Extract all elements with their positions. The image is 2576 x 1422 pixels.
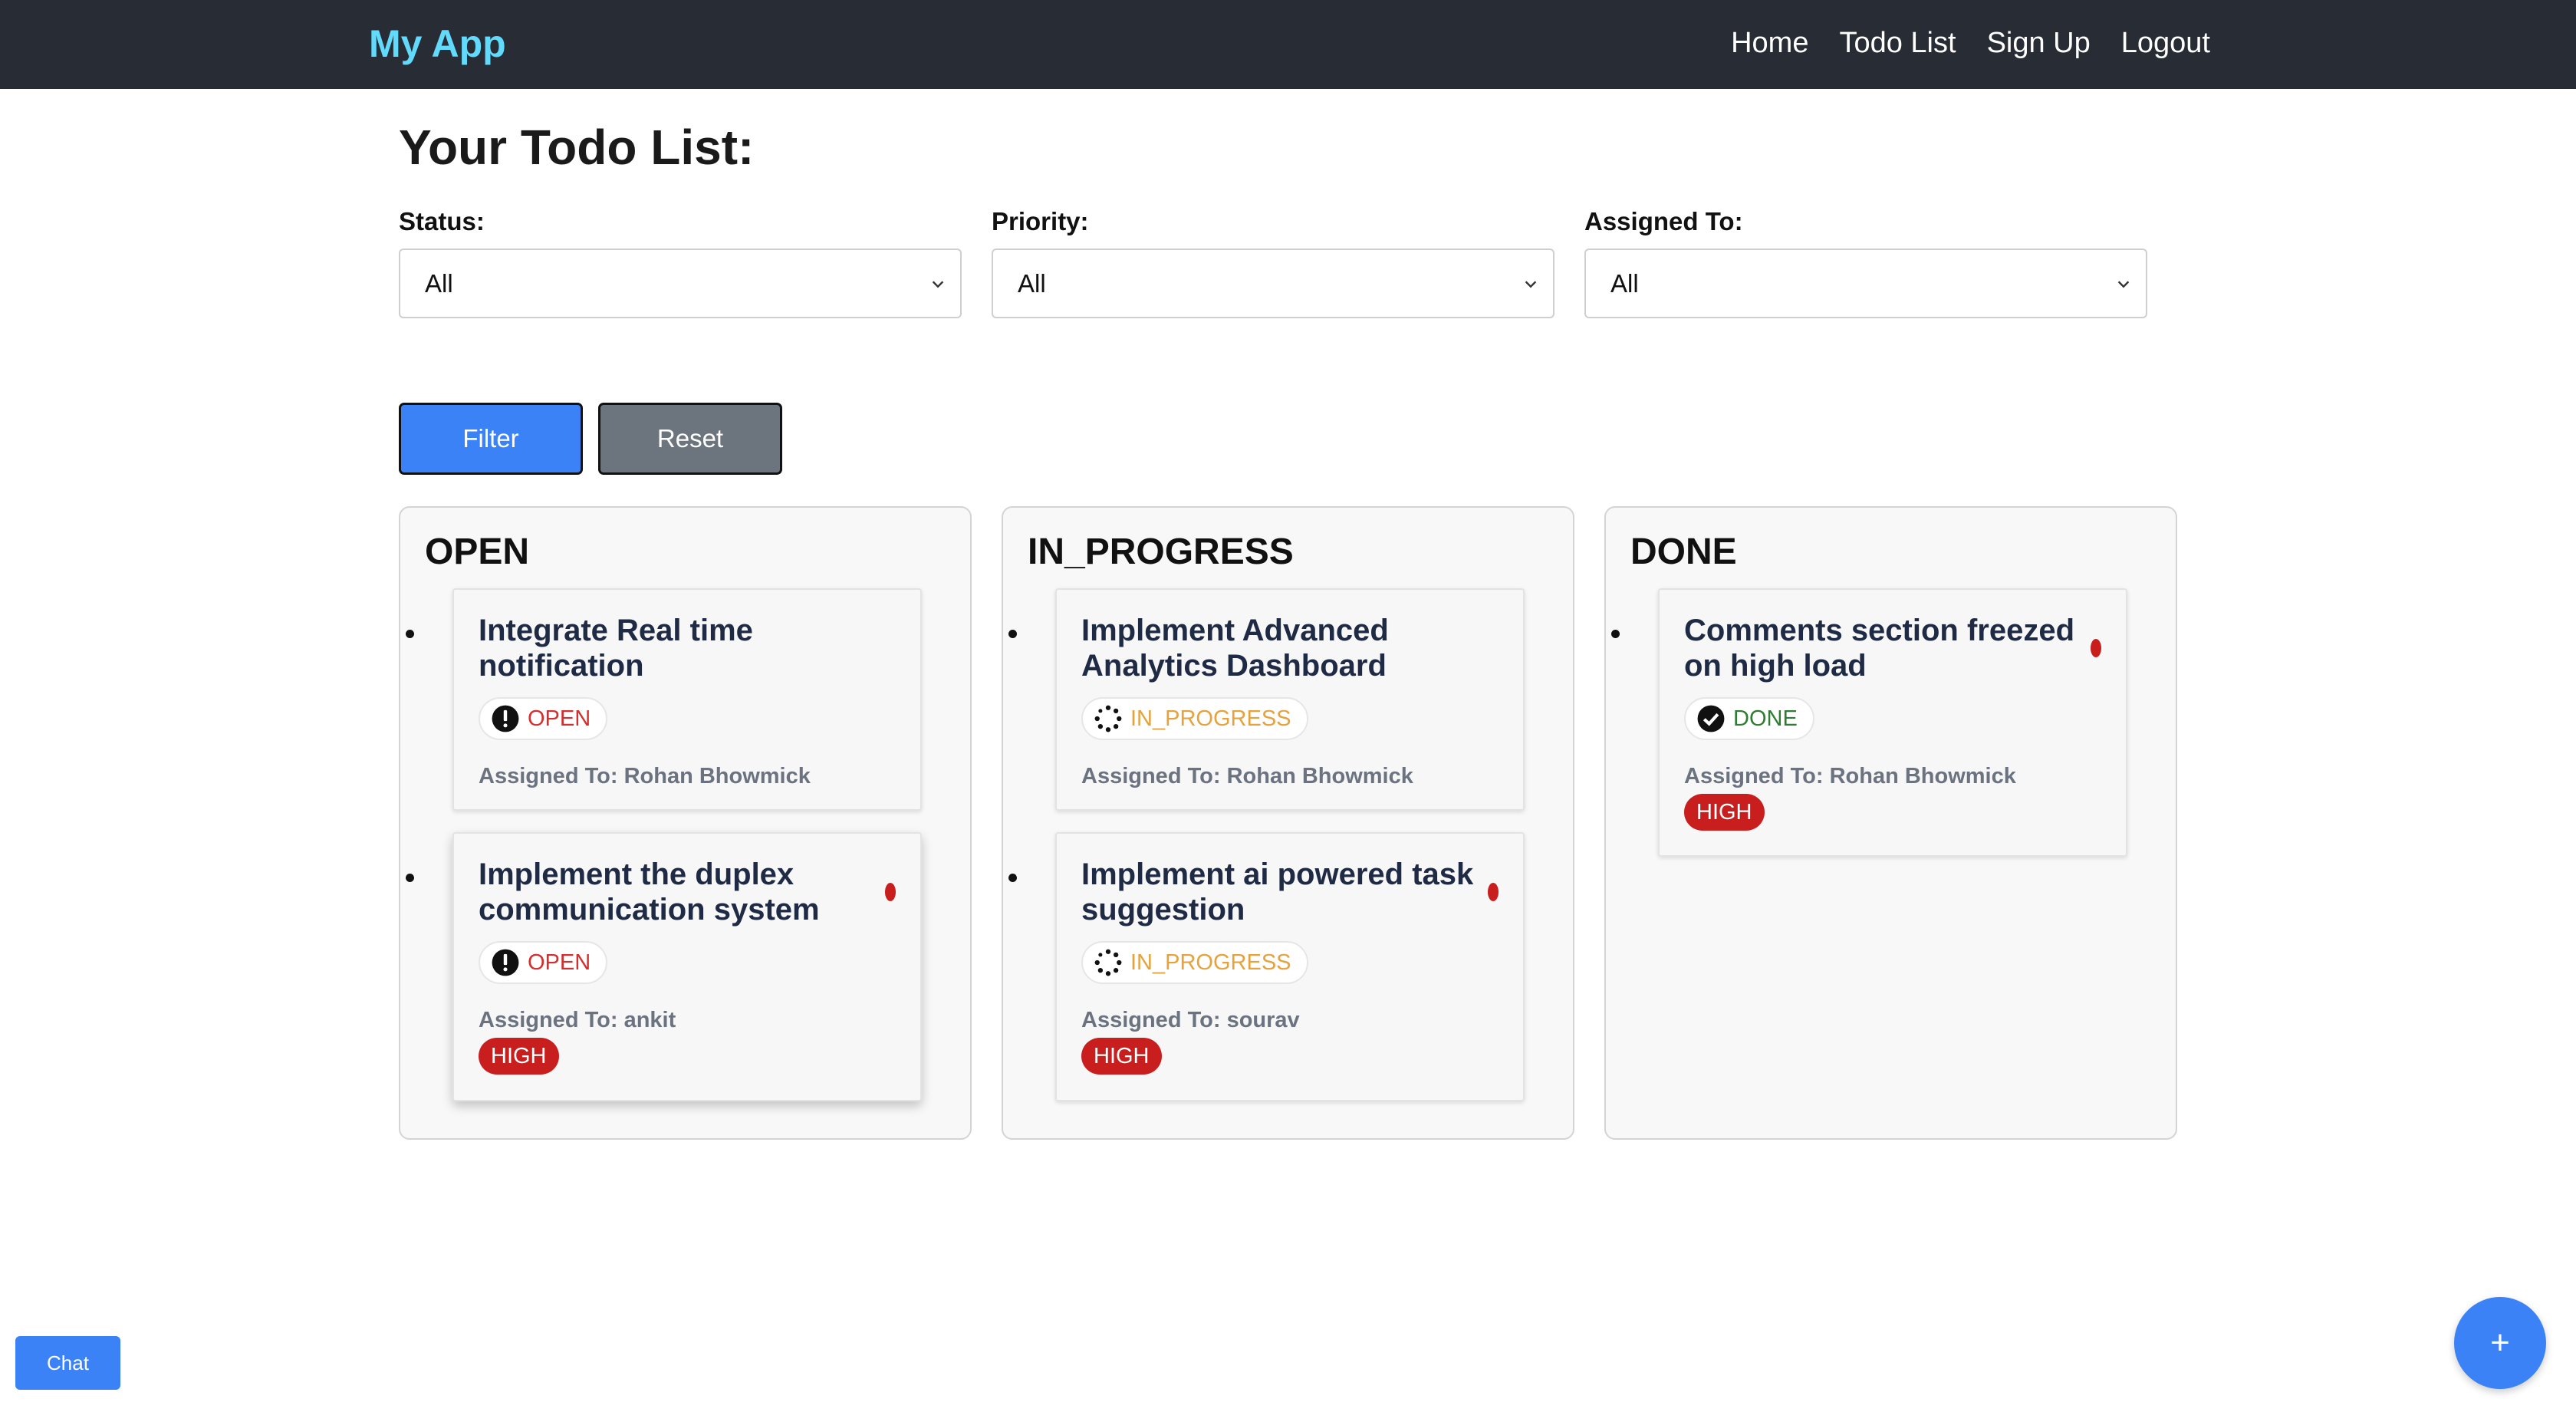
status-select-value: All xyxy=(425,269,453,298)
status-text: DONE xyxy=(1733,706,1798,731)
todo-card[interactable]: Comments section freezed on high load DO… xyxy=(1611,588,2127,857)
check-circle-icon xyxy=(1696,704,1726,733)
card-title: Implement the duplex communication syste… xyxy=(479,857,820,927)
status-text: IN_PROGRESS xyxy=(1130,950,1291,975)
status-pill: DONE xyxy=(1684,697,1814,740)
card-title: Integrate Real time notification xyxy=(479,614,753,683)
status-filter: Status: All xyxy=(399,207,962,318)
chat-button[interactable]: Chat xyxy=(15,1336,120,1390)
spinner-icon xyxy=(1094,704,1123,733)
brand-logo[interactable]: My App xyxy=(369,21,506,66)
assigned-to-select[interactable]: All xyxy=(1584,249,2147,318)
status-pill: IN_PROGRESS xyxy=(1081,941,1308,984)
todo-card[interactable]: Implement ai powered task suggestion IN_… xyxy=(1008,832,1525,1101)
status-pill: OPEN xyxy=(479,941,608,984)
status-text: OPEN xyxy=(528,950,591,975)
assigned-to-text: Assigned To: ankit xyxy=(479,1008,676,1032)
nav-link-home[interactable]: Home xyxy=(1731,27,1808,60)
exclamation-circle-icon xyxy=(491,704,520,733)
priority-badge: HIGH xyxy=(1081,1038,1162,1075)
column-open: OPEN Integrate Real time notification OP… xyxy=(399,506,972,1140)
list-bullet xyxy=(1008,630,1017,638)
column-in-progress: IN_PROGRESS Implement Advanced Analytics… xyxy=(1002,506,1574,1140)
priority-select[interactable]: All xyxy=(992,249,1554,318)
priority-indicator-dot xyxy=(885,883,896,901)
assigned-to-text: Assigned To: Rohan Bhowmick xyxy=(1684,764,2016,788)
priority-filter-label: Priority: xyxy=(992,207,1089,235)
assigned-to-filter: Assigned To: All xyxy=(1584,207,2147,318)
list-bullet xyxy=(1611,630,1620,638)
status-text: IN_PROGRESS xyxy=(1130,706,1291,731)
status-text: OPEN xyxy=(528,706,591,731)
list-bullet xyxy=(406,630,414,638)
assigned-to-text: Assigned To: Rohan Bhowmick xyxy=(1081,764,1413,788)
column-title: DONE xyxy=(1630,532,1737,572)
chevron-down-icon xyxy=(2115,250,2137,317)
todo-card[interactable]: Implement the duplex communication syste… xyxy=(406,832,922,1101)
reset-button[interactable]: Reset xyxy=(598,403,782,475)
priority-badge: HIGH xyxy=(1684,794,1765,831)
spinner-icon xyxy=(1094,948,1123,977)
nav-link-todo-list[interactable]: Todo List xyxy=(1839,27,1956,60)
assigned-to-filter-label: Assigned To: xyxy=(1584,207,1743,235)
navbar: My App Home Todo List Sign Up Logout xyxy=(0,0,2576,89)
column-done: DONE Comments section freezed on high lo… xyxy=(1604,506,2177,1140)
filter-button[interactable]: Filter xyxy=(399,403,583,475)
status-pill: OPEN xyxy=(479,697,608,740)
assigned-to-select-value: All xyxy=(1610,269,1639,298)
list-bullet xyxy=(1008,874,1017,882)
card-title: Implement Advanced Analytics Dashboard xyxy=(1081,614,1389,683)
status-filter-label: Status: xyxy=(399,207,485,235)
assigned-to-text: Assigned To: Rohan Bhowmick xyxy=(479,764,811,788)
nav-link-sign-up[interactable]: Sign Up xyxy=(1987,27,2091,60)
priority-badge: HIGH xyxy=(479,1038,559,1075)
chevron-down-icon xyxy=(929,250,951,317)
chevron-down-icon xyxy=(1522,250,1544,317)
status-select[interactable]: All xyxy=(399,249,962,318)
nav-link-logout[interactable]: Logout xyxy=(2121,27,2210,60)
nav-links: Home Todo List Sign Up Logout xyxy=(1731,27,2210,60)
priority-indicator-dot xyxy=(2091,639,2101,657)
priority-filter: Priority: All xyxy=(992,207,1554,318)
exclamation-circle-icon xyxy=(491,948,520,977)
add-todo-button[interactable]: + xyxy=(2454,1297,2546,1389)
todo-card[interactable]: Implement Advanced Analytics Dashboard I… xyxy=(1008,588,1525,811)
list-bullet xyxy=(406,874,414,882)
page-title: Your Todo List: xyxy=(399,120,755,175)
todo-card[interactable]: Integrate Real time notification OPEN As… xyxy=(406,588,922,811)
priority-select-value: All xyxy=(1018,269,1046,298)
status-pill: IN_PROGRESS xyxy=(1081,697,1308,740)
card-title: Implement ai powered task suggestion xyxy=(1081,857,1474,927)
column-title: OPEN xyxy=(425,532,530,572)
column-title: IN_PROGRESS xyxy=(1028,532,1294,572)
assigned-to-text: Assigned To: sourav xyxy=(1081,1008,1300,1032)
priority-indicator-dot xyxy=(1488,883,1499,901)
card-title: Comments section freezed on high load xyxy=(1684,614,2075,683)
